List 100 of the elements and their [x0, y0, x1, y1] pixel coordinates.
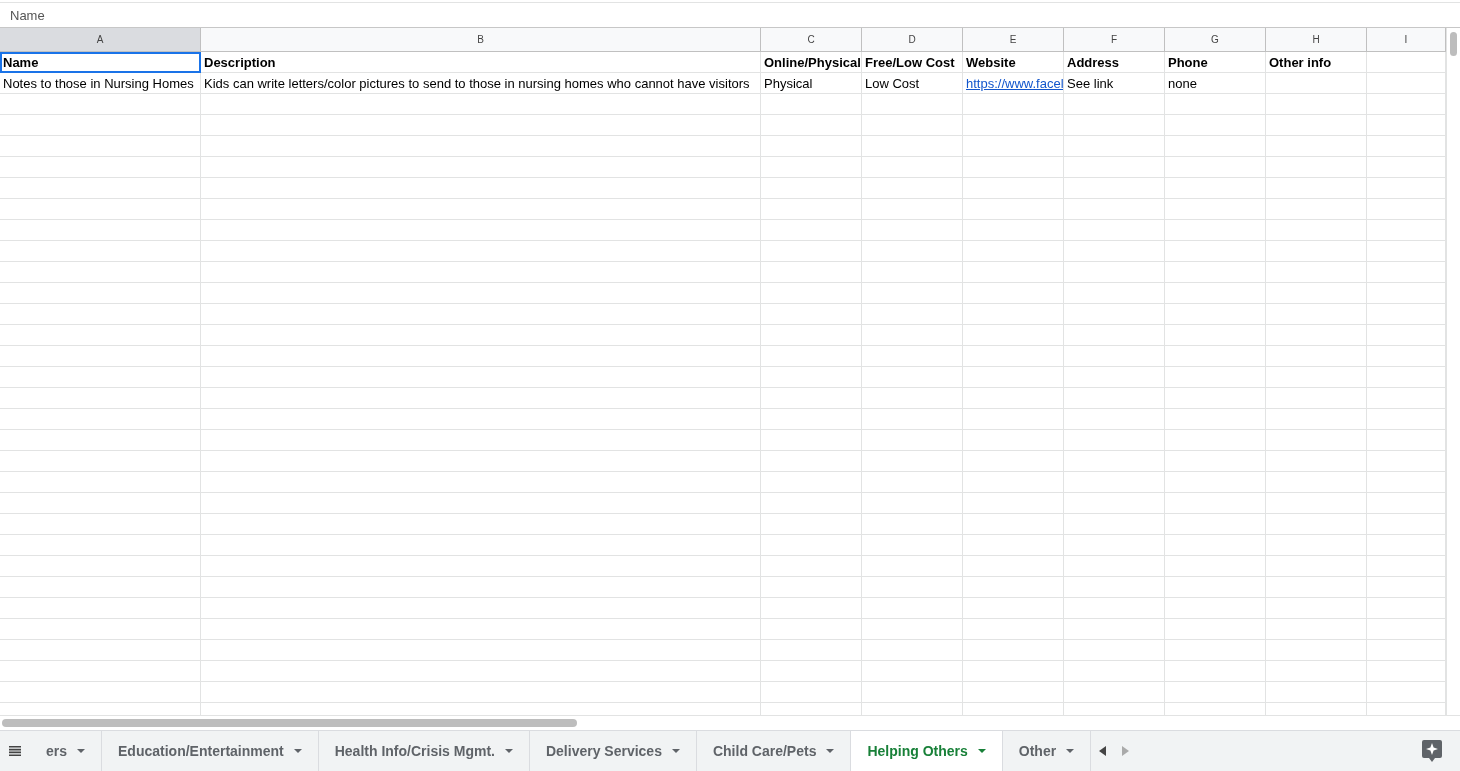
empty-cell[interactable]: [862, 514, 963, 535]
empty-cell[interactable]: [963, 241, 1064, 262]
empty-cell[interactable]: [201, 451, 761, 472]
empty-cell[interactable]: [862, 661, 963, 682]
empty-cell[interactable]: [1165, 136, 1266, 157]
empty-cell[interactable]: [761, 367, 862, 388]
empty-cell[interactable]: [1165, 661, 1266, 682]
empty-cell[interactable]: [201, 388, 761, 409]
empty-cell[interactable]: [761, 388, 862, 409]
empty-cell[interactable]: [1165, 640, 1266, 661]
empty-cell[interactable]: [0, 283, 201, 304]
empty-cell[interactable]: [0, 388, 201, 409]
empty-cell[interactable]: [862, 493, 963, 514]
empty-cell[interactable]: [1165, 535, 1266, 556]
header-cell[interactable]: Free/Low Cost: [862, 52, 963, 73]
empty-cell[interactable]: [761, 199, 862, 220]
empty-cell[interactable]: [862, 535, 963, 556]
empty-cell[interactable]: [761, 115, 862, 136]
empty-cell[interactable]: [862, 682, 963, 703]
empty-cell[interactable]: [201, 472, 761, 493]
empty-cell[interactable]: [1165, 577, 1266, 598]
empty-cell[interactable]: [1266, 262, 1367, 283]
empty-cell[interactable]: [1064, 493, 1165, 514]
empty-cell[interactable]: [1165, 430, 1266, 451]
empty-cell[interactable]: [1266, 178, 1367, 199]
empty-cell[interactable]: [201, 514, 761, 535]
sheet-tab[interactable]: ers: [30, 731, 103, 771]
empty-cell[interactable]: [1064, 661, 1165, 682]
empty-cell[interactable]: [1266, 220, 1367, 241]
empty-cell[interactable]: [0, 262, 201, 283]
empty-cell[interactable]: [201, 577, 761, 598]
header-cell[interactable]: Online/Physical: [761, 52, 862, 73]
empty-cell[interactable]: [862, 451, 963, 472]
empty-cell[interactable]: [761, 535, 862, 556]
empty-cell[interactable]: [0, 451, 201, 472]
empty-cell[interactable]: [862, 115, 963, 136]
empty-cell[interactable]: [1266, 577, 1367, 598]
empty-cell[interactable]: [201, 115, 761, 136]
empty-cell[interactable]: [761, 493, 862, 514]
empty-cell[interactable]: [963, 577, 1064, 598]
empty-cell[interactable]: [201, 346, 761, 367]
empty-cell[interactable]: [201, 619, 761, 640]
empty-cell[interactable]: [1165, 283, 1266, 304]
empty-cell[interactable]: [1064, 241, 1165, 262]
empty-cell[interactable]: [963, 283, 1064, 304]
empty-cell[interactable]: [1064, 178, 1165, 199]
empty-cell[interactable]: [0, 94, 201, 115]
empty-cell[interactable]: [862, 430, 963, 451]
empty-cell[interactable]: [0, 115, 201, 136]
empty-cell[interactable]: [1165, 325, 1266, 346]
empty-cell[interactable]: [761, 577, 862, 598]
empty-cell[interactable]: [1064, 535, 1165, 556]
empty-cell[interactable]: [862, 199, 963, 220]
empty-cell[interactable]: [862, 283, 963, 304]
column-header[interactable]: A: [0, 28, 201, 52]
empty-cell[interactable]: [201, 157, 761, 178]
empty-cell[interactable]: [1266, 451, 1367, 472]
empty-cell[interactable]: [1064, 199, 1165, 220]
empty-cell[interactable]: [1064, 283, 1165, 304]
empty-cell[interactable]: [1266, 199, 1367, 220]
empty-cell[interactable]: [0, 598, 201, 619]
empty-cell[interactable]: [761, 346, 862, 367]
empty-cell[interactable]: [0, 241, 201, 262]
empty-cell[interactable]: [201, 535, 761, 556]
empty-cell[interactable]: [963, 388, 1064, 409]
empty-cell[interactable]: [761, 94, 862, 115]
column-header[interactable]: C: [761, 28, 862, 52]
empty-cell[interactable]: [1266, 388, 1367, 409]
header-cell[interactable]: Address: [1064, 52, 1165, 73]
empty-cell[interactable]: [1165, 178, 1266, 199]
empty-cell[interactable]: [1064, 409, 1165, 430]
empty-cell[interactable]: [201, 283, 761, 304]
empty-cell[interactable]: [1266, 304, 1367, 325]
empty-cell[interactable]: [963, 556, 1064, 577]
header-cell[interactable]: Other info: [1266, 52, 1367, 73]
empty-cell[interactable]: [862, 346, 963, 367]
empty-cell[interactable]: [1266, 115, 1367, 136]
empty-cell[interactable]: [0, 682, 201, 703]
empty-cell[interactable]: [201, 640, 761, 661]
empty-cell[interactable]: [201, 94, 761, 115]
table-cell[interactable]: none: [1165, 73, 1266, 94]
empty-cell[interactable]: [0, 430, 201, 451]
empty-cell[interactable]: [963, 430, 1064, 451]
empty-cell[interactable]: [963, 682, 1064, 703]
empty-cell[interactable]: [1165, 157, 1266, 178]
horizontal-scrollbar[interactable]: [2, 719, 577, 727]
empty-cell[interactable]: [1064, 451, 1165, 472]
empty-cell[interactable]: [0, 304, 201, 325]
empty-cell[interactable]: [862, 409, 963, 430]
empty-cell[interactable]: [1266, 535, 1367, 556]
empty-cell[interactable]: [1064, 346, 1165, 367]
empty-cell[interactable]: [1266, 640, 1367, 661]
empty-cell[interactable]: [862, 178, 963, 199]
empty-cell[interactable]: [1165, 241, 1266, 262]
empty-cell[interactable]: [1064, 304, 1165, 325]
empty-cell[interactable]: [1266, 472, 1367, 493]
empty-cell[interactable]: [1165, 598, 1266, 619]
empty-cell[interactable]: [862, 472, 963, 493]
empty-cell[interactable]: [761, 661, 862, 682]
empty-cell[interactable]: [963, 346, 1064, 367]
